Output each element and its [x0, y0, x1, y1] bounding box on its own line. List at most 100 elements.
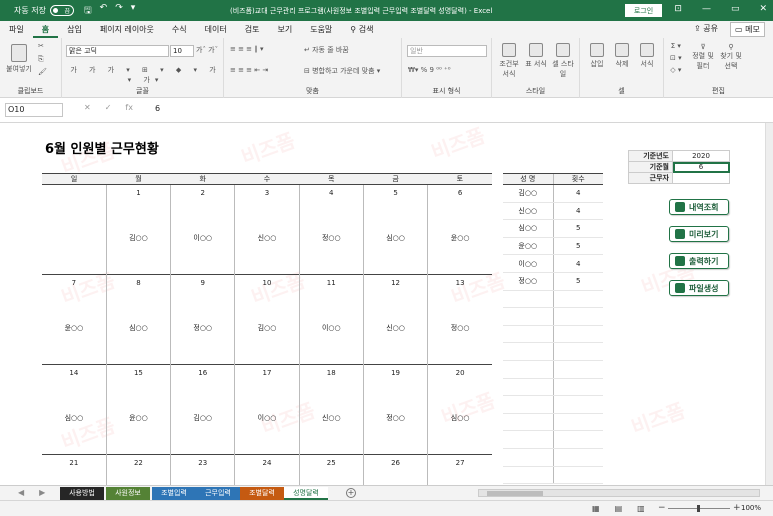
worker-cell[interactable]: 윤○○ — [42, 292, 106, 365]
undo-icon[interactable]: ↶ — [100, 3, 108, 19]
memo-button[interactable]: ▭ 메모 — [730, 22, 765, 37]
worker-cell[interactable] — [170, 472, 235, 485]
date-cell[interactable]: 7 — [42, 274, 107, 292]
date-cell[interactable]: 16 — [170, 364, 235, 382]
cell-style-button[interactable]: 셀 스타일 — [550, 43, 576, 79]
worker-cell[interactable]: 윤○○ — [105, 382, 171, 455]
date-cell[interactable]: 2 — [170, 184, 235, 202]
next-sheet-icon[interactable]: ▶ — [39, 488, 45, 497]
copy-icon[interactable]: ⎘ — [38, 55, 44, 64]
date-cell[interactable]: 17 — [234, 364, 300, 382]
worker-cell[interactable]: 정○○ — [427, 292, 492, 365]
insert-function-icon[interactable]: fx — [125, 103, 133, 112]
worker-cell[interactable]: 정○○ — [170, 292, 235, 365]
date-cell[interactable]: 4 — [298, 184, 364, 202]
tab-insert[interactable]: 삽입 — [58, 21, 91, 38]
paste-button[interactable]: 붙여넣기 — [6, 44, 32, 74]
worker-cell[interactable]: 심○○ — [105, 292, 171, 365]
tab-data[interactable]: 데이터 — [196, 21, 236, 38]
employee-name[interactable] — [503, 325, 553, 344]
worker-cell[interactable]: 이○○ — [234, 382, 300, 455]
worker-cell[interactable]: 신○○ — [362, 292, 428, 365]
sheet-tab-employee[interactable]: 사원정보 — [106, 487, 150, 500]
employee-name[interactable]: 이○○ — [503, 254, 553, 273]
sort-filter-button[interactable]: ⊽ 정렬 및 필터 — [690, 43, 716, 71]
date-cell[interactable]: 23 — [170, 454, 235, 472]
format-painter-icon[interactable]: 🖌 — [38, 68, 47, 76]
employee-count[interactable] — [552, 413, 603, 432]
employee-count[interactable]: 5 — [552, 237, 603, 256]
date-cell[interactable]: 1 — [105, 184, 171, 202]
worker-cell[interactable]: 김○○ — [170, 382, 235, 455]
worker-cell[interactable] — [427, 472, 492, 485]
employee-count[interactable] — [552, 307, 603, 326]
employee-name[interactable]: 심○○ — [503, 219, 553, 238]
employee-count[interactable] — [552, 325, 603, 344]
employee-count[interactable]: 5 — [552, 219, 603, 238]
date-cell[interactable]: 26 — [362, 454, 428, 472]
font-name-select[interactable]: 맑은 고딕 — [66, 45, 169, 57]
cancel-icon[interactable]: ✕ — [84, 103, 91, 112]
worker-cell[interactable]: 정○○ — [298, 202, 364, 275]
format-cells-button[interactable]: 서식 — [636, 43, 658, 69]
date-cell[interactable] — [42, 185, 106, 203]
sheet-tab-name-calendar[interactable]: 성명달력 — [284, 487, 328, 500]
worker-cell[interactable] — [298, 472, 364, 485]
date-cell[interactable]: 3 — [234, 184, 300, 202]
worker-cell[interactable]: 이○○ — [170, 202, 235, 275]
save-icon[interactable]: 🖫 — [84, 3, 92, 19]
date-cell[interactable]: 24 — [234, 454, 300, 472]
date-cell[interactable]: 10 — [234, 274, 300, 292]
employee-name[interactable] — [503, 466, 553, 485]
worker-value[interactable] — [672, 172, 730, 184]
tab-help[interactable]: 도움말 — [301, 21, 341, 38]
print-button[interactable]: 출력하기 — [669, 253, 729, 269]
employee-count[interactable]: 4 — [552, 254, 603, 273]
employee-count[interactable] — [552, 430, 603, 449]
tab-view[interactable]: 보기 — [268, 21, 301, 38]
create-file-button[interactable]: 파일생성 — [669, 280, 729, 296]
date-cell[interactable]: 22 — [105, 454, 171, 472]
worker-cell[interactable]: 윤○○ — [427, 202, 492, 275]
date-cell[interactable]: 5 — [362, 184, 428, 202]
tab-page-layout[interactable]: 페이지 레이아웃 — [91, 21, 163, 38]
autosave-toggle[interactable]: 끔 — [49, 5, 74, 16]
vertical-scrollbar[interactable] — [765, 123, 773, 485]
tab-search[interactable]: ⚲ 검색 — [341, 21, 382, 38]
employee-name[interactable]: 김○○ — [503, 184, 553, 203]
number-format-icons[interactable]: ₩▾ % 9 ⁰⁰ ⁺⁰ — [408, 66, 451, 74]
zoom-level[interactable]: 100% — [741, 504, 761, 512]
employee-count[interactable] — [552, 466, 603, 485]
employee-count[interactable] — [552, 378, 603, 397]
zoom-slider[interactable] — [668, 505, 730, 512]
name-box[interactable]: O10 — [5, 103, 63, 117]
wrap-text-button[interactable]: ↵ 자동 줄 바꿈 — [304, 45, 349, 55]
employee-count[interactable]: 4 — [552, 184, 603, 203]
employee-name[interactable] — [503, 342, 553, 361]
worker-cell[interactable]: 심○○ — [362, 202, 428, 275]
sheet-tab-usage[interactable]: 사용방법 — [60, 487, 104, 500]
page-break-view-icon[interactable]: ▥ — [637, 504, 645, 513]
insert-cells-button[interactable]: 삽입 — [586, 43, 608, 69]
employee-count[interactable]: 4 — [552, 202, 603, 221]
autosave[interactable]: 자동 저장 끔 — [14, 5, 74, 16]
employee-name[interactable] — [503, 290, 553, 309]
month-value[interactable]: 6 — [672, 161, 730, 173]
history-button[interactable]: 내역조회 — [669, 199, 729, 215]
employee-count[interactable] — [552, 342, 603, 361]
worker-cell[interactable]: 신○○ — [298, 382, 364, 455]
close-button[interactable]: ✕ — [759, 4, 767, 14]
minimize-button[interactable]: — — [702, 4, 711, 14]
employee-count[interactable] — [552, 360, 603, 379]
employee-name[interactable] — [503, 430, 553, 449]
worker-cell[interactable]: 김○○ — [234, 292, 300, 365]
date-cell[interactable]: 21 — [42, 454, 107, 472]
employee-count[interactable]: 5 — [552, 272, 603, 291]
employee-name[interactable]: 윤○○ — [503, 237, 553, 256]
date-cell[interactable]: 9 — [170, 274, 235, 292]
employee-name[interactable] — [503, 307, 553, 326]
number-format-select[interactable]: 일반 — [407, 45, 487, 57]
conditional-format-button[interactable]: 조건부 서식 — [496, 43, 522, 79]
employee-name[interactable] — [503, 360, 553, 379]
page-layout-view-icon[interactable]: ▤ — [615, 504, 623, 513]
